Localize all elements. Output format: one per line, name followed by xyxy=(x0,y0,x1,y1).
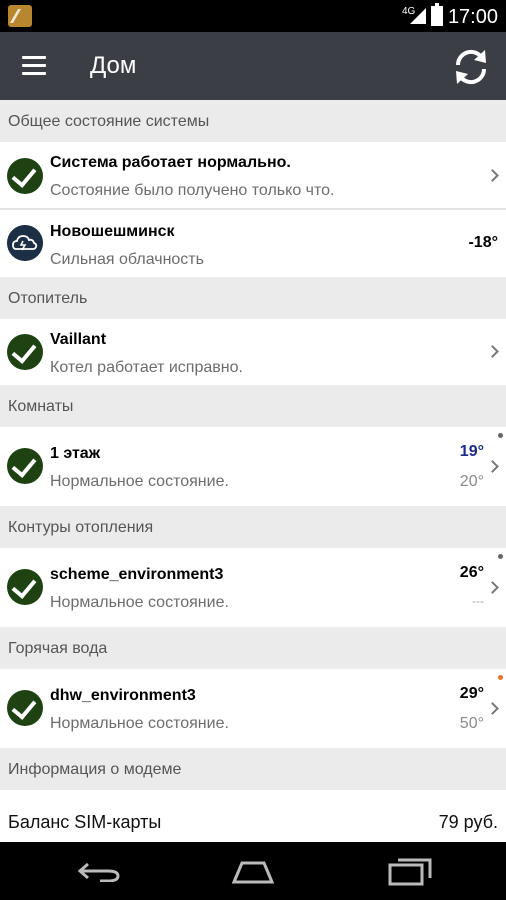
recents-icon[interactable] xyxy=(388,856,432,886)
hot-water-target-temp: 50° xyxy=(459,715,484,732)
refresh-icon[interactable] xyxy=(450,46,492,88)
hot-water-status: Нормальное состояние. xyxy=(50,715,229,732)
room-current-temp: 19° xyxy=(459,443,484,460)
app-bar: Дом xyxy=(0,32,506,100)
page-title: Дом xyxy=(90,52,137,79)
circuit-row[interactable]: scheme_environment3 Нормальное состояние… xyxy=(0,548,506,627)
cloud-icon xyxy=(7,225,43,261)
check-icon xyxy=(7,158,43,194)
room-target-temp: 20° xyxy=(459,473,484,490)
check-icon xyxy=(7,334,43,370)
chevron-right-icon xyxy=(486,345,499,358)
circuit-status: Нормальное состояние. xyxy=(50,594,229,611)
room-row[interactable]: 1 этаж Нормальное состояние. 19° 20° xyxy=(0,427,506,506)
clock: 17:00 xyxy=(447,6,498,28)
hot-water-row[interactable]: dhw_environment3 Нормальное состояние. 2… xyxy=(0,669,506,748)
status-bar: 4G 17:00 xyxy=(0,0,506,32)
check-icon xyxy=(7,690,43,726)
circuit-name: scheme_environment3 xyxy=(50,566,224,583)
indicator-dot xyxy=(498,675,503,680)
indicator-dot xyxy=(498,554,503,559)
section-header-rooms: Комнаты xyxy=(0,385,506,427)
system-status-row[interactable]: Система работает нормально. Состояние бы… xyxy=(0,142,506,208)
check-icon xyxy=(7,448,43,484)
chevron-right-icon xyxy=(486,460,499,473)
signal-icon xyxy=(410,8,426,24)
room-status: Нормальное состояние. xyxy=(50,473,229,490)
indicator-dot xyxy=(498,433,503,438)
heater-name: Vaillant xyxy=(50,331,107,348)
sim-balance-label: Баланс SIM-карты xyxy=(8,812,162,832)
heater-status: Котел работает исправно. xyxy=(50,359,243,376)
sim-balance-row: Баланс SIM-карты 79 руб. xyxy=(0,790,506,842)
circuit-current-temp: 26° xyxy=(459,564,484,581)
heater-row[interactable]: Vaillant Котел работает исправно. xyxy=(0,319,506,385)
back-icon[interactable] xyxy=(78,860,120,882)
sim-balance-value: 79 руб. xyxy=(438,812,498,832)
section-header-modem: Информация о модеме xyxy=(0,748,506,790)
system-nav-bar xyxy=(0,842,506,900)
circuit-target-temp: --- xyxy=(472,594,484,608)
chevron-right-icon xyxy=(486,581,499,594)
hot-water-name: dhw_environment3 xyxy=(50,687,196,704)
weather-row: Новошешминск Сильная облачность -18° xyxy=(0,210,506,277)
home-icon[interactable] xyxy=(230,860,276,884)
app-notification-icon xyxy=(8,5,32,27)
section-header-heater: Отопитель xyxy=(0,277,506,319)
battery-icon xyxy=(431,3,443,26)
weather-temperature: -18° xyxy=(468,234,498,251)
section-header-hot-water: Горячая вода xyxy=(0,627,506,669)
section-header-system: Общее состояние системы xyxy=(0,100,506,142)
check-icon xyxy=(7,569,43,605)
weather-description: Сильная облачность xyxy=(50,251,204,268)
system-status-subtitle: Состояние было получено только что. xyxy=(50,182,335,199)
room-name: 1 этаж xyxy=(50,445,101,462)
hot-water-current-temp: 29° xyxy=(459,685,484,702)
menu-icon[interactable] xyxy=(22,56,46,76)
weather-city: Новошешминск xyxy=(50,223,175,240)
system-status-title: Система работает нормально. xyxy=(50,154,291,171)
chevron-right-icon xyxy=(486,169,499,182)
section-header-circuits: Контуры отопления xyxy=(0,506,506,548)
chevron-right-icon xyxy=(486,702,499,715)
main-content: Общее состояние системы Система работает… xyxy=(0,100,506,842)
